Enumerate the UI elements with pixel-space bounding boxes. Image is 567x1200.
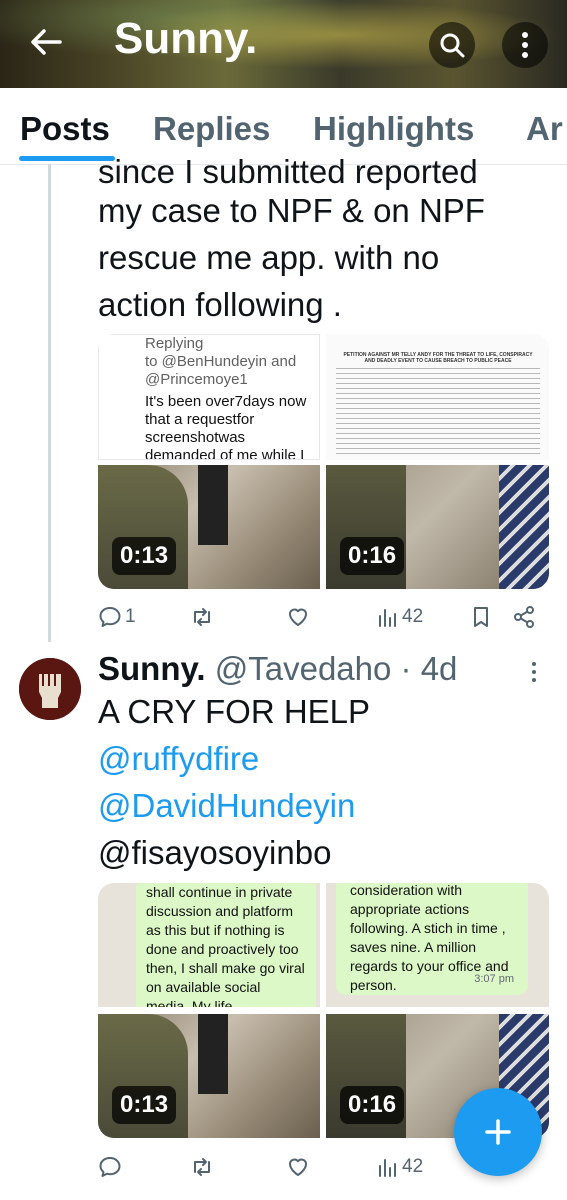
like-icon — [289, 608, 307, 626]
like-button[interactable] — [286, 1152, 310, 1182]
petition-heading: PETITION AGAINST MR TELLY ANDY FOR THE T… — [343, 352, 533, 364]
doc-reply-header: Replying to @BenHundeyin and @Princemoye… — [145, 335, 297, 388]
video-duration: 0:13 — [112, 537, 177, 575]
video-striped-cloth — [499, 465, 549, 589]
reply-icon — [99, 1157, 121, 1177]
post-more-icon[interactable] — [524, 660, 544, 684]
post-text-line: action following . — [98, 286, 342, 323]
reply-button[interactable] — [98, 1152, 122, 1182]
search-button[interactable] — [429, 22, 475, 68]
avatar[interactable] — [19, 658, 81, 720]
video-duration: 0:16 — [340, 537, 405, 575]
video-duration: 0:16 — [340, 1086, 405, 1124]
chat-bubble: shall continue in private discussion and… — [136, 883, 316, 1007]
like-icon — [289, 1158, 307, 1176]
more-options-button[interactable] — [502, 22, 548, 68]
media-image-chat-screenshot-2[interactable]: consideration with appropriate actions f… — [326, 883, 549, 1007]
media-image-petition-letter[interactable]: PETITION AGAINST MR TELLY ANDY FOR THE T… — [326, 334, 549, 460]
video-duration: 0:13 — [112, 1086, 177, 1124]
tab-replies[interactable]: Replies — [153, 110, 270, 148]
share-icon — [514, 606, 534, 628]
repost-button[interactable] — [190, 1152, 214, 1182]
chat-time: 3:07 pm — [474, 973, 514, 985]
video-figure-legs — [198, 1014, 228, 1094]
raised-fist-avatar-image — [19, 658, 81, 720]
mention-link[interactable]: @DavidHundeyin — [98, 782, 355, 829]
profile-header: Sunny. — [0, 0, 567, 88]
doc-reply-body: It's been over7days now that a requestfo… — [145, 393, 307, 460]
post-text-line: rescue me app. with no — [98, 239, 440, 276]
views-button[interactable]: 42 — [376, 602, 423, 632]
post-text-line: A CRY FOR HELP — [98, 693, 371, 730]
post-media-grid: Replying to @BenHundeyin and @Princemoye… — [98, 334, 549, 589]
profile-name-title: Sunny. — [114, 14, 258, 63]
share-button[interactable] — [512, 602, 536, 632]
tab-highlights[interactable]: Highlights — [313, 110, 474, 148]
reply-icon — [99, 607, 121, 627]
media-video-2[interactable]: 0:16 — [326, 465, 549, 589]
views-button[interactable]: 42 — [376, 1152, 423, 1182]
header-banner-image — [0, 0, 567, 88]
views-icon — [379, 1159, 396, 1177]
post-text-line: my case to NPF & on NPF — [98, 192, 485, 229]
media-image-reply-screenshot[interactable]: Replying to @BenHundeyin and @Princemoye… — [98, 334, 320, 460]
search-icon — [440, 33, 465, 58]
views-icon — [379, 609, 396, 627]
reply-count: 1 — [125, 606, 136, 627]
like-button[interactable] — [286, 602, 310, 632]
compose-post-button[interactable] — [454, 1088, 542, 1176]
repost-button[interactable] — [190, 602, 214, 632]
view-count: 42 — [402, 1156, 424, 1177]
thread-connector-line — [48, 164, 51, 642]
back-arrow-icon[interactable] — [26, 22, 66, 62]
view-count: 42 — [402, 606, 424, 627]
bookmark-button[interactable] — [469, 602, 493, 632]
repost-icon — [194, 608, 210, 626]
more-vertical-icon — [522, 32, 528, 58]
chat-bubble: consideration with appropriate actions f… — [336, 883, 528, 995]
tab-articles[interactable]: Ar — [526, 110, 563, 148]
bookmark-icon — [474, 607, 488, 627]
media-video-1[interactable]: 0:13 — [98, 465, 320, 589]
media-video-1[interactable]: 0:13 — [98, 1014, 320, 1138]
author-name[interactable]: Sunny. — [98, 650, 206, 687]
media-image-chat-screenshot-1[interactable]: shall continue in private discussion and… — [98, 883, 320, 1007]
tab-posts[interactable]: Posts — [20, 110, 110, 148]
mention-text[interactable]: @fisayosoyinbo — [98, 829, 331, 876]
repost-icon — [194, 1158, 210, 1176]
video-figure-legs — [198, 465, 228, 545]
mention-link[interactable]: @ruffydfire — [98, 735, 259, 782]
post-actions-bar: 1 42 — [98, 602, 538, 632]
author-handle[interactable]: @Tavedaho — [215, 650, 392, 687]
petition-body-text-lines — [336, 368, 540, 454]
post-timestamp[interactable]: · 4d — [401, 650, 458, 687]
post-author-line: Sunny. @Tavedaho · 4d — [98, 650, 457, 688]
reply-button[interactable]: 1 — [98, 602, 136, 632]
plus-icon — [485, 1119, 511, 1145]
